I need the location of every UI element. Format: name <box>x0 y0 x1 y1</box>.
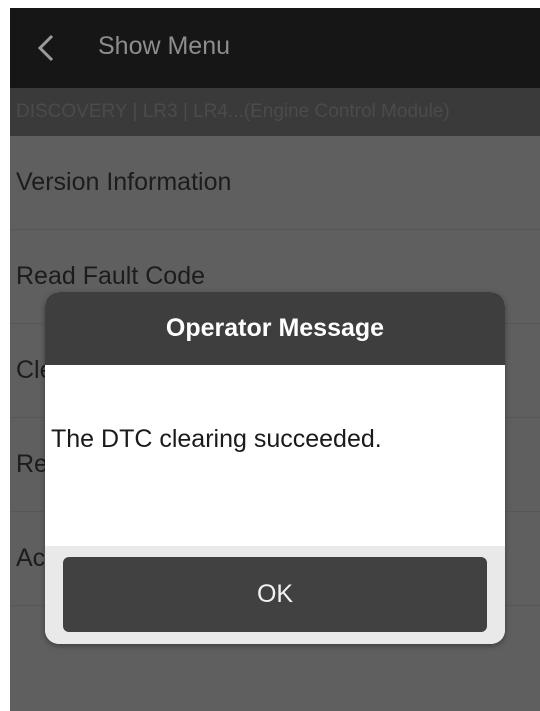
menu-item-label: Re <box>16 450 48 478</box>
menu-item-version-information[interactable]: Version Information <box>10 136 540 230</box>
ok-button[interactable]: OK <box>63 557 487 632</box>
chevron-left-icon <box>37 34 54 62</box>
dialog-footer: OK <box>45 546 505 644</box>
breadcrumb: DISCOVERY | LR3 | LR4...(Engine Control … <box>10 88 540 136</box>
dialog-body: The DTC clearing succeeded. <box>45 365 505 546</box>
top-bar: Show Menu <box>10 8 540 88</box>
menu-item-label: Read Fault Code <box>16 262 206 290</box>
menu-item-label: Ac <box>16 544 46 572</box>
operator-message-dialog: Operator Message The DTC clearing succee… <box>45 292 505 644</box>
page-title: Show Menu <box>98 32 231 60</box>
menu-item-label: Version Information <box>16 168 232 196</box>
dialog-message: The DTC clearing succeeded. <box>51 425 382 453</box>
back-button[interactable] <box>24 26 68 70</box>
dialog-title: Operator Message <box>45 292 505 365</box>
app-screen: Show Menu DISCOVERY | LR3 | LR4...(Engin… <box>10 8 540 711</box>
